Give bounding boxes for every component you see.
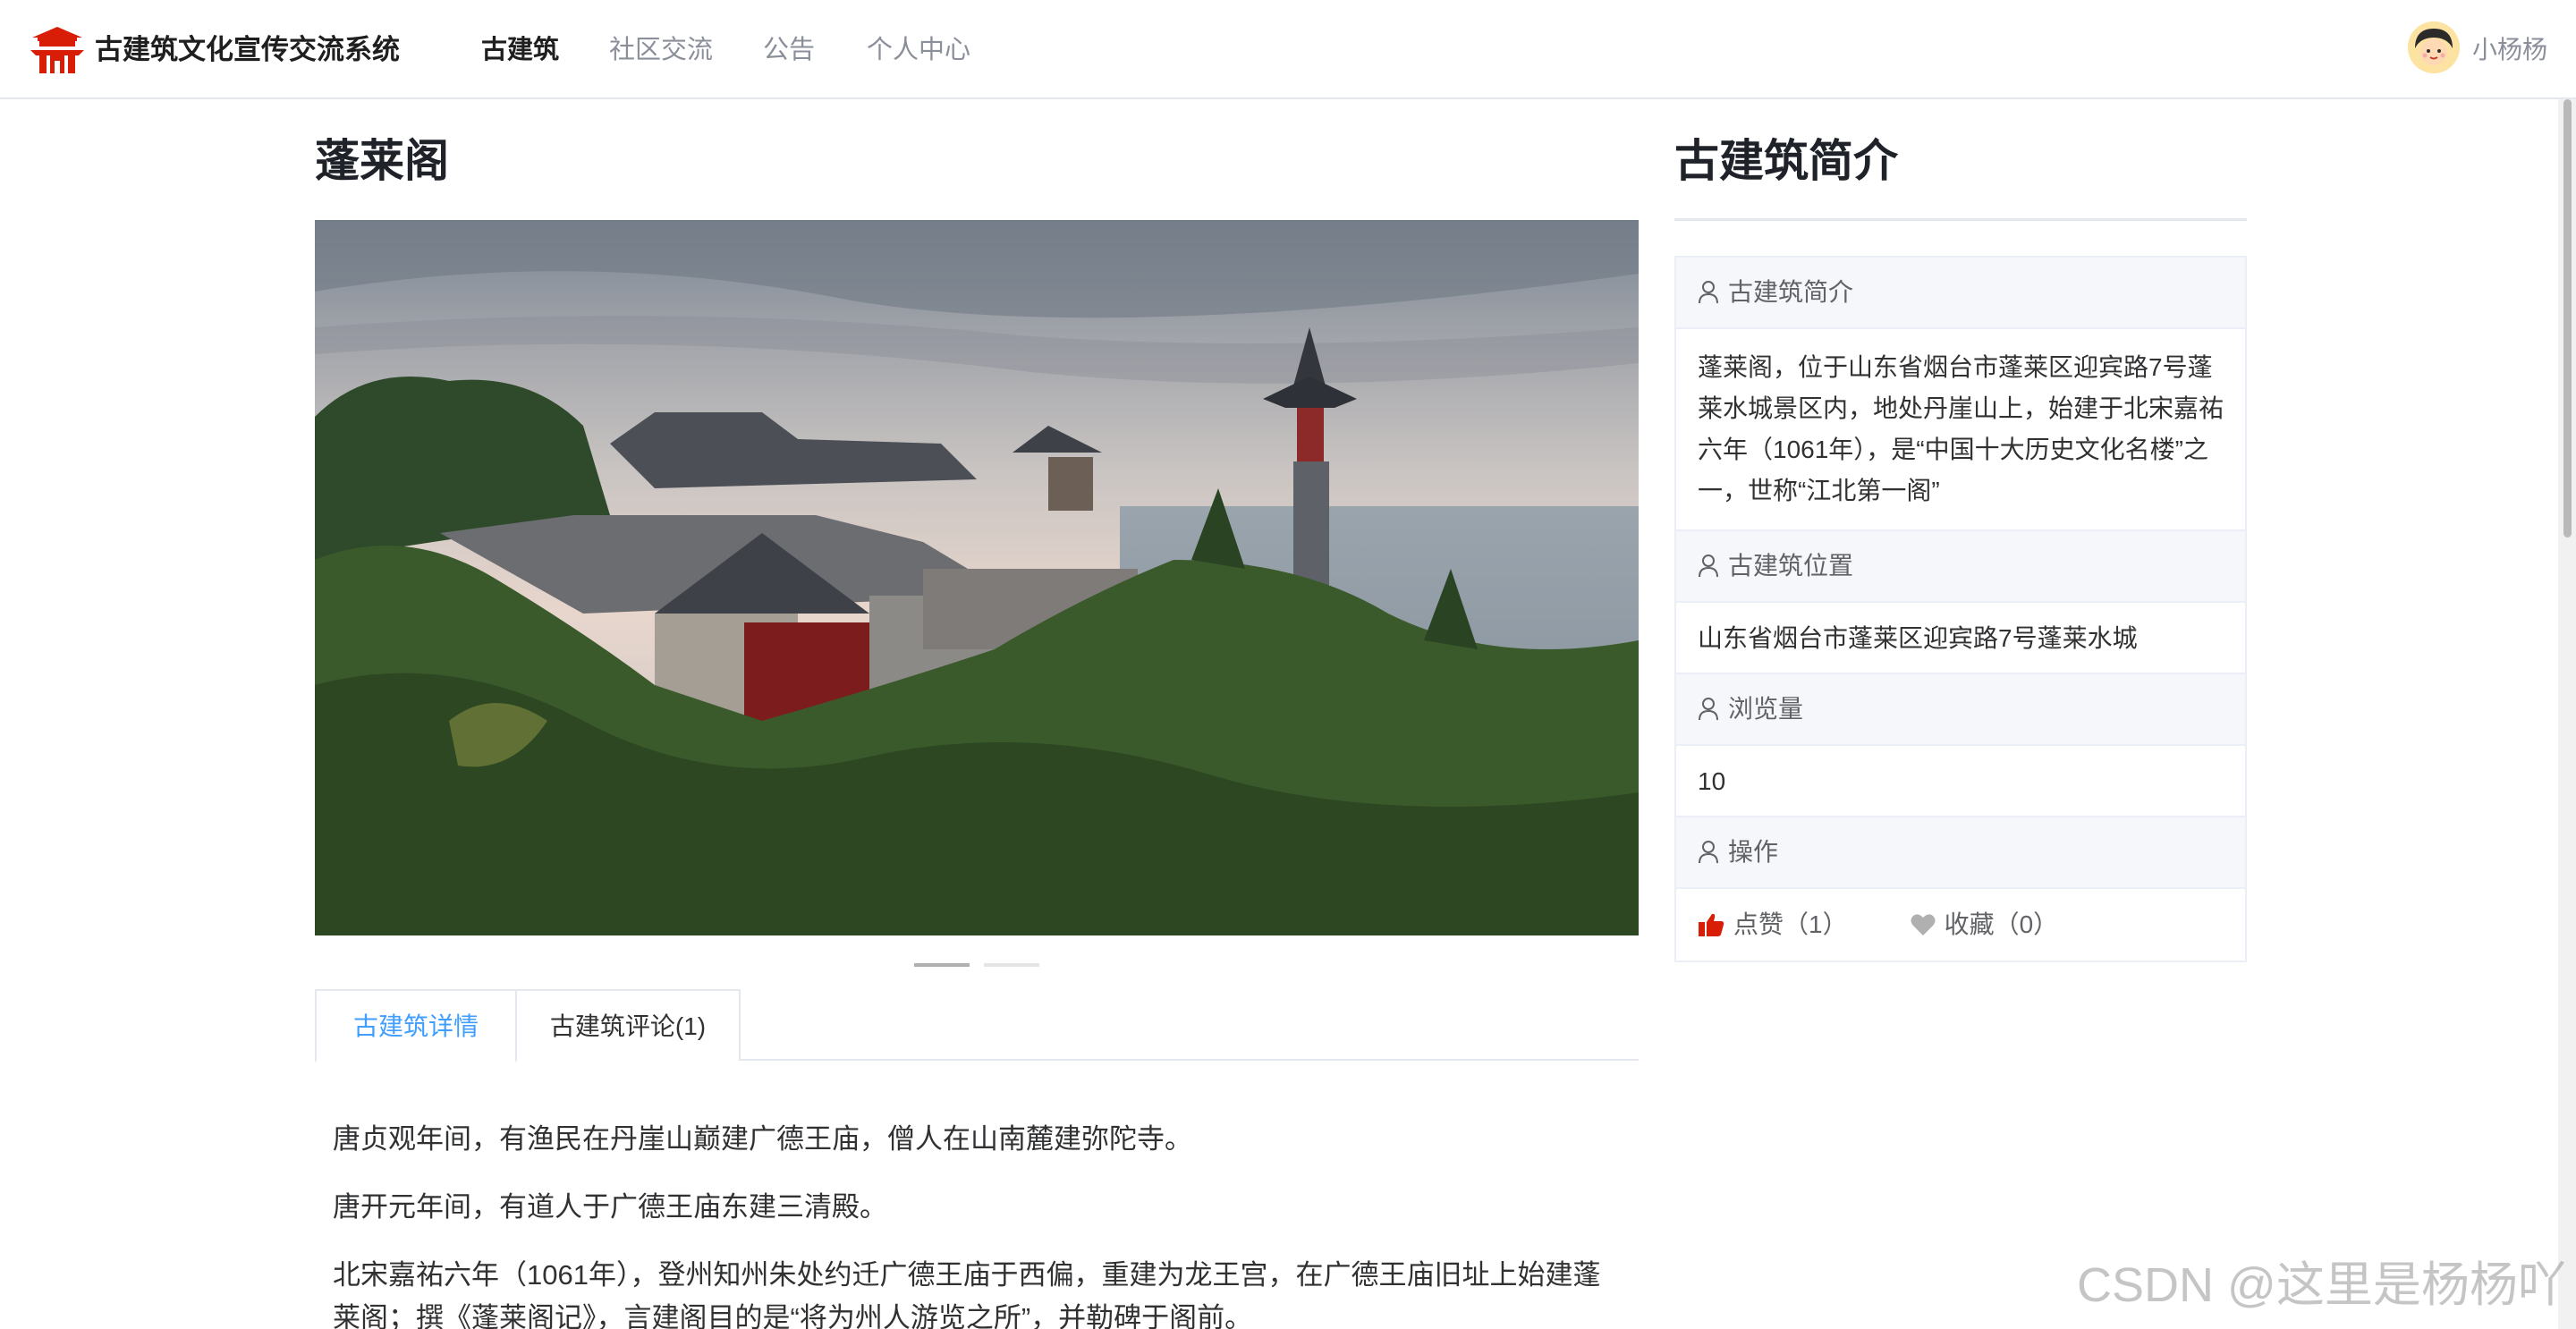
site-title[interactable]: 古建筑文化宣传交流系统	[95, 30, 400, 70]
actions-label: 操作	[1676, 817, 2245, 889]
location-label-text: 古建筑位置	[1728, 552, 1854, 580]
location-label: 古建筑位置	[1676, 531, 2245, 603]
detail-paragraph: 北宋嘉祐六年（1061年），登州知州朱处约迁广德王庙于西偏，重建为龙王宫，在广德…	[333, 1259, 1601, 1329]
sidebar-divider	[1674, 218, 2247, 221]
detail-paragraph: 唐贞观年间，有渔民在丹崖山巅建广德王庙，僧人在山南麓建弥陀寺。	[333, 1123, 1192, 1155]
user-icon	[1699, 554, 1718, 578]
building-title: 蓬莱阁	[315, 136, 449, 186]
user-icon	[1699, 841, 1718, 864]
views-label: 浏览量	[1676, 674, 2245, 746]
tab-building-comments[interactable]: 古建筑评论(1)	[515, 989, 741, 1061]
building-info-table: 古建筑简介 蓬莱阁，位于山东省烟台市蓬莱区迎宾路7号蓬莱水城景区内，地处丹崖山上…	[1674, 256, 2247, 962]
carousel-indicator-1[interactable]	[914, 963, 970, 967]
intro-value: 蓬莱阁，位于山东省烟台市蓬莱区迎宾路7号蓬莱水城景区内，地处丹崖山上，始建于北宋…	[1676, 329, 2245, 531]
location-value: 山东省烟台市蓬莱区迎宾路7号蓬莱水城	[1676, 603, 2245, 674]
views-value: 10	[1676, 746, 2245, 817]
actions-value: 点赞（1） 收藏（0）	[1676, 889, 2245, 961]
thumbs-up-icon	[1699, 913, 1724, 936]
actions-label-text: 操作	[1728, 838, 1779, 866]
page-scrollbar[interactable]	[2558, 99, 2576, 1329]
like-count-label: 点赞（1）	[1733, 910, 1848, 938]
views-label-text: 浏览量	[1728, 695, 1804, 723]
user-icon	[1699, 281, 1718, 304]
watermark: CSDN @这里是杨杨吖	[2077, 1258, 2566, 1312]
favorite-button[interactable]: 收藏（0）	[1911, 889, 2059, 961]
favorite-count-label: 收藏（0）	[1944, 910, 2059, 938]
building-detail-content: 唐贞观年间，有渔民在丹崖山巅建广德王庙，僧人在山南麓建弥陀寺。 唐开元年间，有道…	[333, 1118, 1603, 1329]
avatar[interactable]	[2408, 21, 2460, 73]
carousel-indicator-2[interactable]	[984, 963, 1039, 967]
nav-item-personal-center[interactable]: 个人中心	[867, 30, 970, 70]
intro-label: 古建筑简介	[1676, 258, 2245, 329]
nav-item-community[interactable]: 社区交流	[609, 30, 713, 70]
intro-label-text: 古建筑简介	[1728, 278, 1854, 306]
image-carousel[interactable]	[315, 220, 1639, 935]
sidebar-title: 古建筑简介	[1674, 136, 1898, 186]
username[interactable]: 小杨杨	[2472, 30, 2547, 70]
carousel-indicators	[914, 963, 1039, 967]
like-button[interactable]: 点赞（1）	[1698, 889, 1848, 961]
heart-icon	[1911, 914, 1936, 935]
nav-item-ancient-buildings[interactable]: 古建筑	[481, 30, 559, 70]
building-photo	[315, 220, 1639, 935]
nav-item-announcements[interactable]: 公告	[763, 30, 815, 70]
top-nav-bar: 古建筑文化宣传交流系统 古建筑 社区交流 公告 个人中心 小杨杨	[0, 0, 2576, 99]
pagoda-logo-icon[interactable]	[30, 25, 84, 73]
tab-building-details[interactable]: 古建筑详情	[315, 989, 517, 1062]
detail-paragraph: 唐开元年间，有道人于广德王庙东建三清殿。	[333, 1191, 887, 1223]
scrollbar-thumb[interactable]	[2563, 99, 2572, 538]
detail-tabs: 古建筑详情 古建筑评论(1)	[315, 989, 1639, 1062]
user-icon	[1699, 698, 1718, 721]
